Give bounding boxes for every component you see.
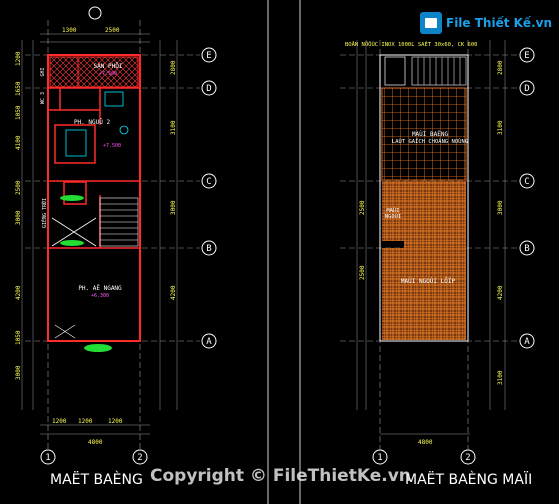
grid-label-c-right: C	[524, 177, 529, 187]
dim-rr-3: 4200	[497, 285, 504, 300]
dim-vr-3: 4200	[170, 285, 177, 300]
dim-vl-10: 3000	[15, 365, 22, 380]
dim-vl-1: 1650	[15, 81, 22, 96]
grid-label-b-right: B	[524, 244, 529, 254]
roof-label-2b: NGOÙI	[385, 213, 402, 220]
floor-plan-svg: SAN PHÔI +7.500 PH. NGUÛ 2 +7.500 PH. AÊ…	[15, 0, 535, 504]
dim-rr-2: 3000	[497, 200, 504, 215]
site-logo: File Thiết Kế.vn	[420, 8, 552, 40]
room-ghi: GHI	[40, 67, 46, 76]
grid-label-d-left: D	[206, 84, 211, 94]
grid-label-e-left: E	[206, 51, 211, 61]
grid-label-d-right: D	[524, 84, 529, 94]
dim-bot-l-1: 1200	[78, 418, 93, 425]
grid-label-e-right: E	[524, 51, 529, 61]
dim-bot-l-0: 1200	[52, 418, 67, 425]
grid-label-2-left: 2	[137, 453, 142, 463]
right-roof-plan: BOÂN NÖÔÙC INOX 1000L SAÉT 30x60, CK 600…	[340, 40, 535, 488]
dim-vr-0: 2800	[170, 60, 177, 75]
roof-label-3: MAÙI NGOÙI LÔÏP	[401, 278, 456, 285]
section-marker-top	[88, 6, 102, 20]
dim-rin-1: 2500	[359, 265, 366, 280]
room-wc: WC 3	[40, 92, 46, 104]
dim-vl-4: 4100	[15, 135, 22, 150]
room-san-phoi-level: +7.500	[99, 71, 117, 77]
copyright-watermark: Copyright © FileThietKe.vn	[150, 466, 411, 486]
sheet-dividers	[267, 0, 301, 504]
right-plan-title: MAËT BAÈNG MAÏI	[405, 470, 532, 488]
grid-label-a-right: A	[524, 337, 530, 347]
dim-rr-0: 2800	[497, 60, 504, 75]
dim-vl-6: 3000	[15, 210, 22, 225]
cad-drawing-canvas: SAN PHÔI +7.500 PH. NGUÛ 2 +7.500 PH. AÊ…	[0, 0, 559, 504]
dim-rin-0: 2500	[359, 200, 366, 215]
roof-label-1: MAÙI BAÈNG	[412, 130, 449, 138]
roof-top-note: BOÂN NÖÔÙC INOX 1000L SAÉT 30x60, CK 600	[345, 40, 477, 48]
room-p-ngu-2: PH. NGUÛ 2	[74, 119, 111, 126]
left-plan-title: MAËT BAÈNG	[50, 470, 143, 488]
dim-vl-5: 2500	[15, 180, 22, 195]
dim-rr-1: 3100	[497, 120, 504, 135]
room-san-phoi: SAN PHÔI	[94, 63, 123, 70]
logo-icon	[420, 12, 442, 34]
dim-bot-l-2: 1200	[108, 418, 123, 425]
roof-label-2: MAÙI	[386, 207, 399, 214]
grid-label-1-left: 1	[45, 453, 50, 463]
left-floor-plan: SAN PHÔI +7.500 PH. NGUÛ 2 +7.500 PH. AÊ…	[15, 6, 217, 488]
dim-vl-2: 1050	[15, 105, 22, 120]
room-p-an-ngang-level: +6.300	[91, 293, 109, 299]
dim-bot-r-0: 4800	[418, 439, 433, 446]
room-p-an-ngang: PH. AÊ NGANG	[78, 284, 122, 292]
grid-label-2-right: 2	[465, 453, 470, 463]
dim-vl-0: 1200	[15, 51, 22, 66]
room-p-ngu-2-level: +7.500	[103, 143, 121, 149]
dim-top-l-0: 1300	[62, 27, 77, 34]
dim-vr-1: 3100	[170, 120, 177, 135]
dim-vl-9: 1050	[15, 330, 22, 345]
dim-top-l-1: 2500	[105, 27, 120, 34]
grid-label-c-left: C	[206, 177, 211, 187]
grid-label-a-left: A	[206, 337, 212, 347]
logo-text: File Thiết Kế.vn	[446, 16, 552, 30]
roof-label-1b: LAÙT GAÏCH CHOÁNG NOÙNG	[392, 138, 468, 145]
dim-vl-8: 4200	[15, 285, 22, 300]
dim-rr-4: 3100	[497, 370, 504, 385]
grid-label-b-left: B	[206, 244, 211, 254]
room-gieng-troi: GIẾNG TRỜI	[40, 198, 48, 228]
grid-label-1-right: 1	[377, 453, 382, 463]
dim-bot-l-3: 4800	[88, 439, 103, 446]
dim-vr-2: 3000	[170, 200, 177, 215]
